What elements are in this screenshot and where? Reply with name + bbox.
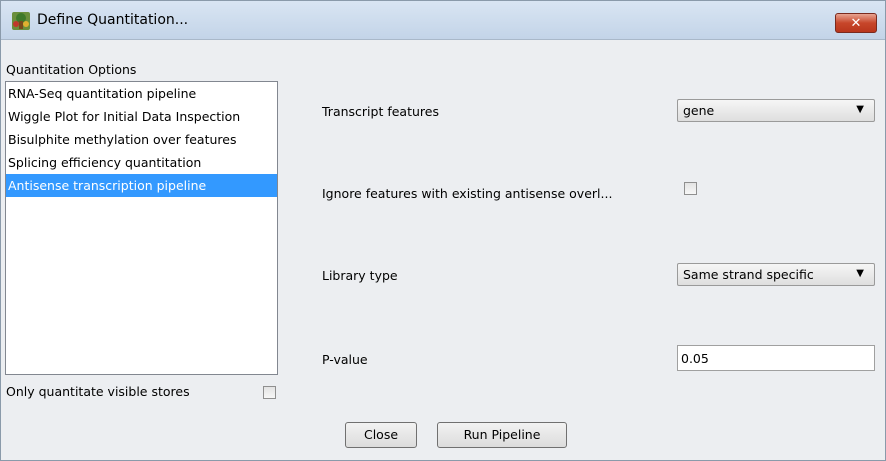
- list-item[interactable]: RNA-Seq quantitation pipeline: [6, 82, 277, 105]
- quantitation-options-header: Quantitation Options: [6, 62, 137, 77]
- transcript-features-label: Transcript features: [322, 104, 439, 119]
- ignore-overlap-checkbox[interactable]: [684, 182, 697, 195]
- list-item[interactable]: Splicing efficiency quantitation: [6, 151, 277, 174]
- run-pipeline-button[interactable]: Run Pipeline: [437, 422, 567, 448]
- close-icon: ✕: [850, 16, 862, 31]
- only-visible-stores-checkbox[interactable]: [263, 386, 276, 399]
- list-item[interactable]: Antisense transcription pipeline: [6, 174, 277, 197]
- dialog-content: Quantitation Options RNA-Seq quantitatio…: [1, 40, 885, 460]
- chevron-down-icon: ▼: [856, 268, 864, 279]
- pvalue-label: P-value: [322, 352, 368, 367]
- only-visible-stores-label: Only quantitate visible stores: [6, 384, 190, 399]
- title-bar[interactable]: Define Quantitation... ✕: [1, 1, 885, 40]
- transcript-features-select[interactable]: gene ▼: [677, 99, 875, 122]
- define-quantitation-dialog: Define Quantitation... ✕ Quantitation Op…: [0, 0, 886, 461]
- app-icon: [12, 12, 30, 30]
- close-button[interactable]: Close: [345, 422, 417, 448]
- library-type-label: Library type: [322, 268, 398, 283]
- pvalue-input[interactable]: [677, 345, 875, 371]
- list-item[interactable]: Bisulphite methylation over features: [6, 128, 277, 151]
- quantitation-options-list[interactable]: RNA-Seq quantitation pipeline Wiggle Plot…: [5, 81, 278, 375]
- window-title: Define Quantitation...: [37, 12, 189, 28]
- library-type-value: Same strand specific: [683, 267, 814, 282]
- ignore-overlap-label: Ignore features with existing antisense …: [322, 186, 613, 201]
- library-type-select[interactable]: Same strand specific ▼: [677, 263, 875, 286]
- chevron-down-icon: ▼: [856, 104, 864, 115]
- window-close-button[interactable]: ✕: [835, 13, 877, 33]
- transcript-features-value: gene: [683, 103, 715, 118]
- list-item[interactable]: Wiggle Plot for Initial Data Inspection: [6, 105, 277, 128]
